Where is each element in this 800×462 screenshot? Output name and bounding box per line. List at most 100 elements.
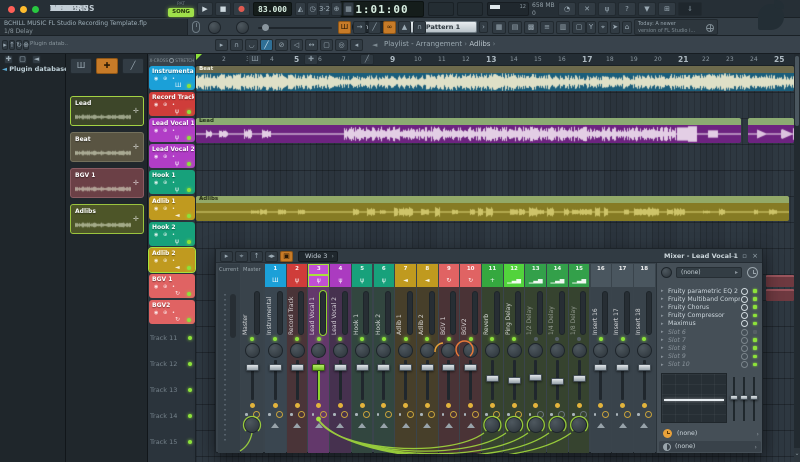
track-header-hook-1[interactable]: Hook 1◉⊕•ψ xyxy=(149,170,195,194)
channel-led[interactable] xyxy=(317,337,321,341)
pan-knob[interactable] xyxy=(290,343,305,358)
channel-rack-toggle-icon[interactable]: Ш xyxy=(338,21,351,34)
pan-icon[interactable]: ⊕ xyxy=(163,206,167,212)
mix-knob[interactable] xyxy=(741,312,748,319)
autosave-icon[interactable]: ◔ xyxy=(558,2,576,16)
mix-knob[interactable] xyxy=(741,345,748,352)
latch-lamp-icon[interactable] xyxy=(250,403,255,408)
slot-led[interactable] xyxy=(753,363,757,367)
channel-led[interactable] xyxy=(382,337,386,341)
channel-led[interactable] xyxy=(250,337,254,341)
arm-dot-icon[interactable] xyxy=(290,413,293,416)
arm-dot-icon[interactable] xyxy=(312,413,315,416)
latch-lamp-icon[interactable] xyxy=(468,403,473,408)
pan-knob[interactable] xyxy=(637,343,652,358)
browser-find-icon[interactable]: ⊕ xyxy=(23,40,29,50)
mixer-strip-18[interactable]: 18Insert 18 xyxy=(634,264,655,453)
mixer-color-icon[interactable]: ▣ xyxy=(280,251,293,262)
latch-lamp-icon[interactable] xyxy=(403,403,408,408)
effect-slot-4[interactable]: ▸Fruity Compressor xyxy=(661,312,759,320)
mixer-strip-16[interactable]: 16Insert 16 xyxy=(591,264,612,453)
slot-led[interactable] xyxy=(753,330,757,334)
fader-handle[interactable] xyxy=(529,374,542,381)
mix-knob[interactable] xyxy=(741,361,748,368)
fader-handle[interactable] xyxy=(312,364,325,371)
pl-mute-tool-icon[interactable]: ◁ xyxy=(290,39,303,51)
mixer-strip-current[interactable]: Current xyxy=(218,264,240,453)
pl-monitor-icon[interactable]: ∩ xyxy=(230,39,243,51)
mute-icon[interactable]: ◉ xyxy=(154,154,158,160)
send-knob[interactable] xyxy=(484,417,500,433)
send-knob[interactable] xyxy=(244,417,260,433)
arm-dot-icon[interactable] xyxy=(399,413,402,416)
picker-item-beat[interactable]: Beat✛ xyxy=(70,132,144,162)
mixer-strip-17[interactable]: 17Insert 17 xyxy=(612,264,633,453)
fader-handle[interactable] xyxy=(246,364,259,371)
mute-icon[interactable]: ◉ xyxy=(154,310,158,316)
channel-led[interactable] xyxy=(599,337,603,341)
track-led[interactable] xyxy=(187,136,191,140)
mix-knob[interactable] xyxy=(741,288,748,295)
slot-led[interactable] xyxy=(753,355,757,359)
track-led[interactable] xyxy=(187,110,191,114)
send-switch-icon[interactable] xyxy=(402,423,410,428)
track-header-bgv-1[interactable]: BGV 1◉⊕•↻ xyxy=(149,274,195,298)
clip-properties-chip[interactable]: X-CROSS STRETCH xyxy=(149,55,195,66)
remote-control-icon[interactable]: ➤ xyxy=(610,21,620,34)
arm-dot-icon[interactable] xyxy=(333,413,336,416)
send-switch-icon[interactable] xyxy=(336,423,344,428)
mixer-strip-master[interactable]: MasterMaster xyxy=(241,264,263,453)
mute-icon[interactable]: ◉ xyxy=(154,76,158,82)
track-header-record-track[interactable]: Record Track◉⊕•ψ xyxy=(149,92,195,116)
track-led[interactable] xyxy=(188,440,192,444)
piano-roll-view-icon[interactable]: ▤ xyxy=(508,21,522,34)
browser-sound-icon[interactable]: ◄ xyxy=(32,55,41,64)
mixer-strip-3[interactable]: 3ψLead Vocal 1 xyxy=(308,264,329,453)
eq-knob-icon[interactable] xyxy=(661,267,672,278)
arm-dot-icon[interactable] xyxy=(550,413,553,416)
fader-handle[interactable] xyxy=(291,364,304,371)
stereo-icon[interactable] xyxy=(407,411,414,418)
pan-icon[interactable]: ⊕ xyxy=(163,310,167,316)
slide-tool-icon[interactable]: ╱ xyxy=(368,21,381,34)
playhead-marker[interactable] xyxy=(196,54,202,60)
track-led[interactable] xyxy=(188,336,192,340)
pan-knob[interactable] xyxy=(333,343,348,358)
pan-knob[interactable] xyxy=(572,343,587,358)
pan-knob[interactable] xyxy=(268,343,283,358)
channel-led[interactable] xyxy=(642,337,646,341)
picker-patterns-tab-icon[interactable]: Ш xyxy=(70,58,92,74)
channel-led[interactable] xyxy=(425,337,429,341)
mix-knob[interactable] xyxy=(741,320,748,327)
send-switch-icon[interactable] xyxy=(358,423,366,428)
effect-slot-9[interactable]: ▸Slot 9 xyxy=(661,353,759,361)
channel-led[interactable] xyxy=(273,337,277,341)
clip-beat[interactable]: ≡ Beat xyxy=(196,66,794,91)
window-zoom-button[interactable] xyxy=(32,6,39,13)
channel-led[interactable] xyxy=(490,337,494,341)
effect-slot-2[interactable]: ▸Fruity Multiband Compressor xyxy=(661,295,759,303)
countdown-icon[interactable]: 3·2 xyxy=(319,2,330,16)
slot-b-row[interactable]: (none) › xyxy=(659,441,761,452)
latch-lamp-icon[interactable] xyxy=(316,403,321,408)
effect-slot-7[interactable]: ▸Slot 7 xyxy=(661,336,759,344)
eq-fader-handle[interactable] xyxy=(750,395,758,400)
pan-knob[interactable] xyxy=(485,343,500,358)
fader-handle[interactable] xyxy=(573,375,586,382)
mute-icon[interactable]: ◉ xyxy=(154,102,158,108)
close-icon[interactable]: × xyxy=(752,252,758,260)
stereo-icon[interactable] xyxy=(276,411,283,418)
browser-refresh-icon[interactable]: ↻ xyxy=(16,40,22,50)
pl-delete-tool-icon[interactable]: ⊘ xyxy=(275,39,288,51)
mixer-swap-icon[interactable]: ◂▸ xyxy=(265,251,278,262)
mic-record-icon[interactable]: ψ xyxy=(598,2,616,16)
effect-slot-6[interactable]: ▸Slot 6 xyxy=(661,328,759,336)
pan-knob[interactable] xyxy=(507,343,522,358)
pan-icon[interactable]: ✛ xyxy=(133,179,139,187)
link-icon[interactable]: ∞ xyxy=(383,21,396,34)
cut-clipboard-icon[interactable]: ✕ xyxy=(578,2,596,16)
latch-lamp-icon[interactable] xyxy=(425,403,430,408)
track-led[interactable] xyxy=(187,240,191,244)
mute-icon[interactable]: ◉ xyxy=(154,232,158,238)
channel-led[interactable] xyxy=(360,337,364,341)
